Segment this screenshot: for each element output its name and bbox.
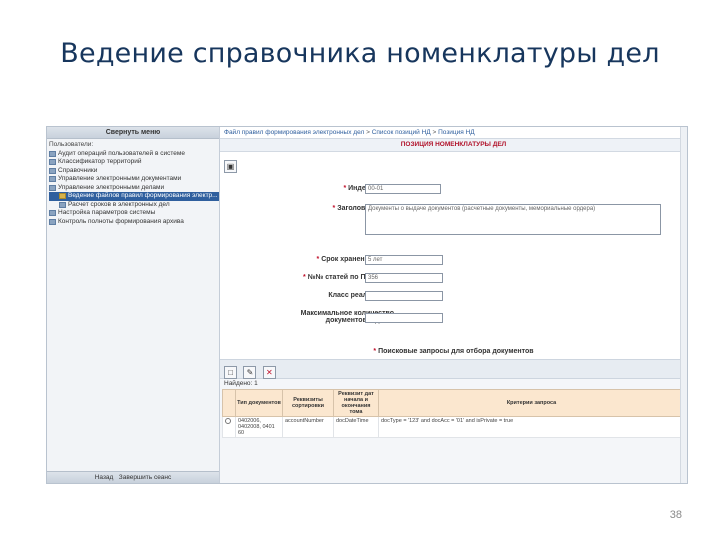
cell-date-attr: docDateTime (333, 416, 379, 438)
folder-icon (49, 159, 56, 166)
sidebar-item-label: Аудит операций пользователей в системе (58, 149, 185, 157)
slide-title: Ведение справочника номенклатуры дел (60, 38, 660, 69)
cell-doc-types: 0402006, 0402008, 0401 60 (235, 416, 283, 438)
sidebar-item-ecases[interactable]: Управление электронными делами (49, 184, 219, 193)
folder-icon (49, 176, 56, 183)
breadcrumb-item-list[interactable]: Список позиций НД (372, 129, 431, 136)
sidebar-footer: Назад Завершить сеанс (47, 471, 219, 483)
search-queries-heading: * Поисковые запросы для отбора документо… (220, 348, 687, 355)
table-header-row: Тип документов Реквизиты сортировки Рекв… (222, 389, 685, 417)
articles-input[interactable]: 356 (365, 273, 443, 283)
grid-toolbar: □ ✎ ✕ (220, 360, 687, 379)
new-document-icon: □ (228, 368, 233, 377)
cell-sort: accountNumber (282, 416, 334, 438)
cell-criteria: docType = '123' and docAcc = '01' and is… (378, 416, 685, 438)
file-icon (59, 193, 66, 200)
sidebar-item-settings[interactable]: Настройка параметров системы (49, 209, 219, 218)
page-number: 38 (669, 509, 682, 521)
sidebar-item-label: Настройка параметров системы (58, 209, 156, 216)
row-radio[interactable] (225, 418, 231, 424)
footer-separator (115, 474, 117, 481)
sidebar-item-audit[interactable]: Аудит операций пользователей в системе (49, 150, 219, 159)
breadcrumb: Файл правил формирования электронных дел… (220, 127, 687, 138)
folder-icon (49, 210, 56, 217)
sidebar-item-calc-terms[interactable]: Расчет сроков в электронных дел (49, 201, 219, 210)
col-radio (222, 389, 236, 417)
folder-icon (49, 167, 56, 174)
sidebar-root-label: Пользователи: (49, 141, 94, 148)
sidebar-item-archive-control[interactable]: Контроль полноты формирования архива (49, 218, 219, 227)
sidebar-item-territories[interactable]: Классификатор территорий (49, 158, 219, 167)
folder-icon (49, 150, 56, 157)
col-doc-types: Тип документов (235, 389, 283, 417)
breadcrumb-item-position[interactable]: Позиция НД (438, 129, 475, 136)
sidebar-list: Пользователи: Аудит операций пользовател… (47, 139, 219, 226)
folder-icon (49, 184, 56, 191)
delete-query-button[interactable]: ✕ (262, 366, 276, 379)
sidebar-item-label: Классификатор территорий (58, 158, 142, 165)
sidebar-item-directories[interactable]: Справочники (49, 167, 219, 176)
col-date-attrs: Реквизит дат начала и окончания тома (333, 389, 379, 417)
gear-icon (59, 201, 66, 208)
row-select-cell (222, 416, 236, 438)
queries-table: Тип документов Реквизиты сортировки Рекв… (222, 389, 685, 438)
index-input[interactable]: 00-01 (365, 184, 441, 194)
edit-query-button[interactable]: ✎ (243, 366, 257, 379)
storage-input[interactable]: 5 лет (365, 255, 443, 265)
save-button[interactable]: ▣ (224, 160, 237, 173)
sidebar-item-label: Управление электронными делами (58, 183, 165, 191)
title-textarea[interactable]: Документы о выдаче документов (расчетные… (365, 204, 661, 235)
queries-grid-area: □ ✎ ✕ Найдено: 1 Тип документов Реквизит… (220, 359, 687, 483)
found-count: Найдено: 1 (224, 380, 258, 387)
back-link[interactable]: Назад (95, 474, 114, 481)
sidebar-item-edocs[interactable]: Управление электронными документами (49, 175, 219, 184)
max-docs-input[interactable] (365, 313, 443, 323)
col-sort-attrs: Реквизиты сортировки (282, 389, 334, 417)
main-panel: Файл правил формирования электронных дел… (220, 127, 687, 483)
sidebar: Свернуть меню Пользователи: Аудит операц… (47, 127, 220, 483)
sidebar-item-label: Справочники (58, 166, 98, 174)
sidebar-item-label: Ведение файлов правил формирования элект… (68, 192, 218, 199)
form-title: ПОЗИЦИЯ НОМЕНКЛАТУРЫ ДЕЛ (220, 138, 687, 152)
col-criteria: Критерии запроса (378, 389, 685, 417)
edit-icon: ✎ (246, 368, 254, 377)
sidebar-item-rules-files[interactable]: Ведение файлов правил формирования элект… (49, 192, 219, 201)
new-query-button[interactable]: □ (224, 366, 237, 379)
folder-icon (49, 218, 56, 225)
search-queries-text: Поисковые запросы для отбора документов (378, 348, 534, 355)
breadcrumb-item-rules[interactable]: Файл правил формирования электронных дел (224, 129, 364, 136)
app-screenshot: Свернуть меню Пользователи: Аудит операц… (46, 126, 688, 484)
table-row[interactable]: 0402006, 0402008, 0401 60 accountNumber … (222, 416, 685, 438)
collapse-menu-button[interactable]: Свернуть меню (47, 127, 219, 139)
sidebar-item-label: Расчет сроков в электронных дел (68, 200, 170, 208)
vertical-scrollbar[interactable] (680, 127, 687, 483)
form-toolbar: ▣ (220, 152, 687, 173)
sidebar-item-label: Управление электронными документами (58, 175, 182, 182)
logout-link[interactable]: Завершить сеанс (119, 474, 172, 481)
class-input[interactable] (365, 291, 443, 301)
delete-icon: ✕ (266, 368, 273, 377)
sidebar-item-label: Контроль полноты формирования архива (58, 217, 184, 225)
save-icon: ▣ (226, 162, 235, 171)
